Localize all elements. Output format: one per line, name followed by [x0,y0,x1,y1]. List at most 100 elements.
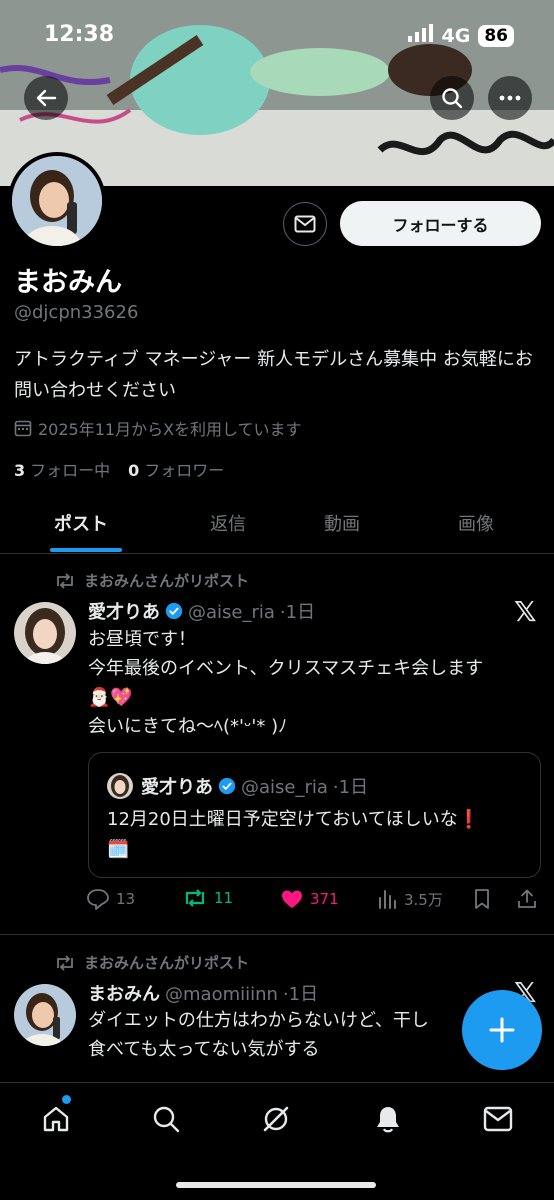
tab-replies[interactable]: 返信 [210,492,246,554]
home-indicator-bar [176,1182,376,1188]
verified-badge-icon [165,602,183,620]
nav-search[interactable] [146,1099,186,1139]
repost-indicator: まおみんさんがリポスト [54,952,249,973]
envelope-icon [294,215,316,233]
quoted-author-name: 愛才りあ [141,777,213,798]
back-button[interactable] [24,76,68,120]
post-text-line: 食べても太ってない気がする [88,1039,320,1060]
nav-home[interactable] [36,1099,76,1139]
home-icon [43,1106,69,1132]
followers-link[interactable]: 0 フォロワー [128,457,224,481]
views-button[interactable]: 3.5万 [376,888,443,910]
like-button[interactable]: 371 [280,888,339,910]
reply-count: 13 [116,890,136,908]
followers-count: 0 [128,461,140,480]
analytics-icon [379,890,396,909]
compose-post-button[interactable] [462,990,542,1070]
avatar-photo [12,156,102,246]
tab-images[interactable]: 画像 [458,492,494,554]
profile-tabs: ポスト 返信 動画 画像 [0,492,554,554]
following-count: 3 [14,461,26,480]
calendar-icon [14,420,32,437]
tab-videos[interactable]: 動画 [324,492,360,554]
home-notification-dot [62,1095,71,1104]
battery-indicator: 86 [478,24,514,47]
avatar-photo [14,602,76,664]
heart-filled-icon [282,890,302,908]
quoted-post-text: 12月20日土曜日予定空けておいてほしいな❗️ 🗓️ [107,805,532,865]
post-divider [0,934,554,935]
network-label: 4G [441,24,471,47]
profile-display-name: まおみん [14,267,122,298]
quoted-post[interactable]: 愛才りあ @aise_ria ·1日 12月20日土曜日予定空けておいてほしいな… [88,752,541,878]
more-dots-icon [499,95,521,101]
share-button[interactable] [516,888,538,910]
quoted-post-time: ·1日 [332,777,369,798]
repost-icon [185,889,205,907]
search-button[interactable] [430,76,474,120]
quoted-author-avatar [107,773,133,799]
post-text-line: 会いにきてね〜ﾍ(*'ᵕ'* )ﾉ [88,716,288,737]
message-button[interactable] [283,202,327,246]
more-button[interactable] [488,76,532,120]
post-author-handle[interactable]: @maomiiinn [165,984,278,1005]
arrow-left-icon [36,89,57,107]
avatar-photo [107,773,133,799]
repost-button[interactable]: 11 [182,888,233,908]
tab-posts[interactable]: ポスト [54,492,108,554]
status-indicators: 4G 86 [407,24,514,47]
post-author-avatar[interactable] [14,602,76,664]
avatar-photo [14,984,76,1046]
profile-avatar[interactable] [8,152,106,250]
verified-badge-icon [218,777,236,795]
like-count: 371 [310,890,339,908]
nav-notifications[interactable] [368,1099,408,1139]
joined-text: 2025年11月からXを利用しています [38,420,302,439]
post-author-avatar[interactable] [14,984,76,1046]
bookmark-icon [475,889,489,909]
profile-banner: 12:38 4G 86 [0,0,554,186]
post-author-name[interactable]: 愛才りあ [88,598,160,624]
follow-counts: 3 フォロー中 0 フォロワー [14,457,224,481]
repost-label: まおみんさんがリポスト [84,572,250,590]
post-actions: 13 11 371 3.5万 [86,888,546,918]
quoted-author-handle: @aise_ria [241,777,328,798]
views-count: 3.5万 [404,890,443,909]
following-link[interactable]: 3 フォロー中 [14,457,110,481]
post-author-name[interactable]: まおみん [88,980,160,1006]
active-tab-indicator [50,548,122,552]
x-logo-icon: 𝕏 [514,595,537,628]
following-label: フォロー中 [30,461,111,480]
post-text-line: 🎅🏻💖 [88,687,133,708]
bookmark-button[interactable] [472,888,492,910]
post-text-line: 今年最後のイベント、クリスマスチェキ会します [88,658,484,679]
share-icon [518,889,536,908]
search-icon [153,1106,180,1133]
post-time: ·1日 [282,984,319,1005]
repost-label: まおみんさんがリポスト [84,954,250,972]
search-icon [442,88,463,109]
nav-grok[interactable] [256,1099,296,1139]
nav-messages[interactable] [478,1099,518,1139]
quoted-text-line: 12月20日土曜日予定空けておいてほしいな❗️ [107,809,481,830]
quoted-text-line: 🗓️ [107,839,130,860]
joined-date: 2025年11月からXを利用しています [14,416,302,440]
post-text: お昼頃です！ 今年最後のイベント、クリスマスチェキ会します 🎅🏻💖 会いにきてね… [88,625,538,741]
reply-button[interactable]: 13 [86,888,135,910]
quoted-post-header: 愛才りあ @aise_ria ·1日 [141,773,368,799]
post-time: ·1日 [279,602,316,623]
post-text: ダイエットの仕方はわからないけど、干し 食べても太ってない気がする [88,1006,468,1064]
reply-icon [87,889,109,910]
envelope-icon [483,1106,513,1132]
post-author-handle[interactable]: @aise_ria [188,602,275,623]
followers-label: フォロワー [144,461,225,480]
signal-icon [407,24,434,47]
plus-icon [489,1017,515,1043]
repost-count: 11 [214,889,234,907]
post-text-line: ダイエットの仕方はわからないけど、干し [88,1010,429,1031]
grok-icon [263,1106,289,1132]
follow-button[interactable]: フォローする [340,201,541,246]
bell-icon [377,1107,399,1133]
status-time: 12:38 [44,22,115,47]
profile-handle: @djcpn33626 [14,302,139,323]
